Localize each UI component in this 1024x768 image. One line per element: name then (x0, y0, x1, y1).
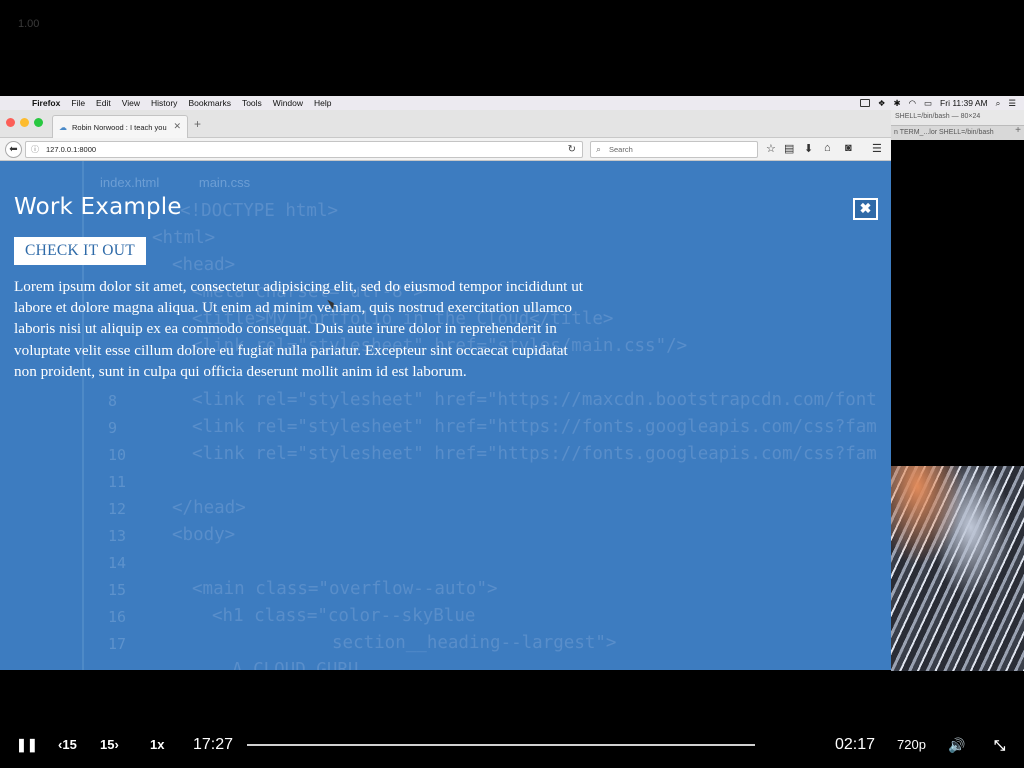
terminal-window: SHELL=/bin/bash — 80×24 n TERM_...lor SH… (891, 110, 1024, 140)
menu-tools[interactable]: Tools (242, 98, 262, 108)
progress-timeline[interactable] (247, 744, 755, 746)
line-number: 12 (108, 500, 127, 518)
screen-record-icon[interactable] (859, 99, 870, 107)
code-line: <html> (152, 228, 216, 248)
menu-history[interactable]: History (151, 98, 177, 108)
pause-icon[interactable]: ❚❚ (16, 730, 38, 760)
menu-edit[interactable]: Edit (96, 98, 111, 108)
menubar-status-area: ❖ ✱ ◠ ▭ Fri 11:39 AM ⌕ ☰ (859, 96, 1016, 110)
skip-forward-button[interactable]: 15› (100, 730, 119, 760)
playback-speed-button[interactable]: 1x (150, 730, 164, 760)
bookmark-star-icon[interactable]: ☆ (766, 142, 776, 155)
close-window-icon[interactable] (6, 118, 15, 127)
line-number: 16 (108, 608, 127, 626)
skip-forward-label: 15 (100, 737, 115, 752)
wifi-icon[interactable]: ◠ (909, 98, 916, 109)
home-icon[interactable]: ⌂ (824, 142, 831, 154)
skip-back-label: 15 (62, 737, 77, 752)
maximize-window-icon[interactable] (34, 118, 43, 127)
line-number: 11 (108, 473, 127, 491)
menu-app-name[interactable]: Firefox (32, 98, 60, 108)
mac-menubar: Firefox File Edit View History Bookmarks… (0, 96, 1024, 110)
code-line: <main class="overflow--auto"> (192, 579, 498, 599)
quality-button[interactable]: 720p (897, 730, 926, 760)
airplay-icon[interactable]: ▭ (924, 98, 932, 109)
terminal-title: SHELL=/bin/bash — 80×24 (895, 113, 981, 120)
modal-body-text: Lorem ipsum dolor sit amet, consectetur … (14, 278, 584, 380)
bluetooth-icon[interactable]: ✱ (893, 98, 900, 109)
skip-back-button[interactable]: ‹15 (58, 730, 77, 760)
terminal-tab[interactable]: n TERM_...lor SHELL=/bin/bash (891, 125, 1024, 140)
dropbox-icon[interactable]: ❖ (878, 98, 886, 109)
editor-tabs: index.html main.css (100, 169, 286, 196)
back-button[interactable]: ⬅ (5, 141, 22, 158)
tab-bar: ☁ Robin Norwood : I teach you ✕ + (0, 110, 891, 138)
code-line: A CLOUD GURU (232, 660, 359, 670)
code-line: <head> (172, 255, 236, 275)
search-placeholder: Search (609, 145, 633, 154)
code-line: </head> (172, 498, 246, 518)
elapsed-time: 17:27 (193, 736, 234, 753)
code-line: <link rel="stylesheet" href="https://fon… (192, 417, 877, 437)
terminal-new-tab-icon[interactable]: + (1015, 125, 1021, 136)
search-icon: ⌕ (596, 144, 602, 154)
menu-view[interactable]: View (122, 98, 140, 108)
hamburger-menu-icon[interactable]: ☰ (872, 142, 882, 155)
spotlight-icon[interactable]: ⌕ (996, 98, 1001, 109)
line-number: 8 (108, 392, 118, 410)
line-number: 14 (108, 554, 127, 572)
new-tab-icon[interactable]: + (194, 117, 201, 131)
menu-file[interactable]: File (71, 98, 85, 108)
video-player: 1.00 Firefox File Edit View History Book… (0, 0, 1024, 768)
pocket-icon[interactable]: ◙ (845, 142, 852, 154)
player-controls: ❚❚ ‹15 15› 1x 17:27 02:17 720p 🔊 ⤡ (0, 730, 1024, 760)
code-line: <link rel="stylesheet" href="https://fon… (192, 444, 877, 464)
volume-icon[interactable]: 🔊 (948, 730, 965, 760)
code-line: section__heading--largest"> (332, 633, 617, 653)
download-icon[interactable]: ⬇ (804, 142, 813, 155)
code-line: <body> (172, 525, 236, 545)
code-line: <link rel="stylesheet" href="https://max… (192, 390, 877, 410)
scale-label: 1.00 (18, 18, 40, 30)
line-number: 9 (108, 419, 118, 437)
modal-title: Work Example (14, 194, 182, 220)
nav-bar: ⬅ ⓘ 127.0.0.1:8000 ↻ ⌕ Search ☆ ▤ ⬇ ⌂ ◙ … (0, 138, 891, 161)
browser-tab-title: Robin Norwood : I teach you (72, 122, 167, 132)
check-it-out-button[interactable]: CHECK IT OUT (14, 237, 146, 265)
minimize-window-icon[interactable] (20, 118, 29, 127)
reading-list-icon[interactable]: ▤ (784, 142, 794, 155)
search-bar[interactable]: ⌕ Search (590, 141, 758, 158)
modal-close-button[interactable]: ✖ (853, 198, 878, 220)
skip-forward-chevron-icon: › (114, 737, 119, 752)
favicon-icon: ☁ (59, 122, 67, 132)
line-number: 15 (108, 581, 127, 599)
site-info-icon[interactable]: ⓘ (31, 142, 39, 157)
notification-center-icon[interactable]: ☰ (1008, 98, 1016, 109)
close-tab-icon[interactable]: ✕ (173, 121, 181, 132)
desktop-wallpaper-image (891, 466, 1024, 671)
remaining-time: 02:17 (835, 736, 876, 753)
page-content: index.html main.css <!DOCTYPE html> <htm… (0, 161, 891, 670)
editor-tab-css: main.css (198, 175, 251, 190)
menu-window[interactable]: Window (273, 98, 303, 108)
line-number: 10 (108, 446, 127, 464)
url-text: 127.0.0.1:8000 (46, 145, 97, 154)
line-number: 13 (108, 527, 127, 545)
editor-tab-index: index.html (100, 175, 160, 190)
code-line: <!DOCTYPE html> (180, 201, 339, 221)
exit-fullscreen-icon[interactable]: ⤡ (994, 730, 1005, 760)
url-bar[interactable]: ⓘ 127.0.0.1:8000 ↻ (25, 141, 583, 158)
reload-icon[interactable]: ↻ (568, 142, 576, 157)
menu-bookmarks[interactable]: Bookmarks (188, 98, 231, 108)
menu-help[interactable]: Help (314, 98, 331, 108)
code-line: <h1 class="color--skyBlue (212, 606, 476, 626)
browser-tab[interactable]: ☁ Robin Norwood : I teach you ✕ (52, 115, 188, 138)
menubar-clock[interactable]: Fri 11:39 AM (940, 98, 988, 108)
firefox-window: ☁ Robin Norwood : I teach you ✕ + ⬅ ⓘ 12… (0, 110, 891, 670)
line-number: 17 (108, 635, 127, 653)
